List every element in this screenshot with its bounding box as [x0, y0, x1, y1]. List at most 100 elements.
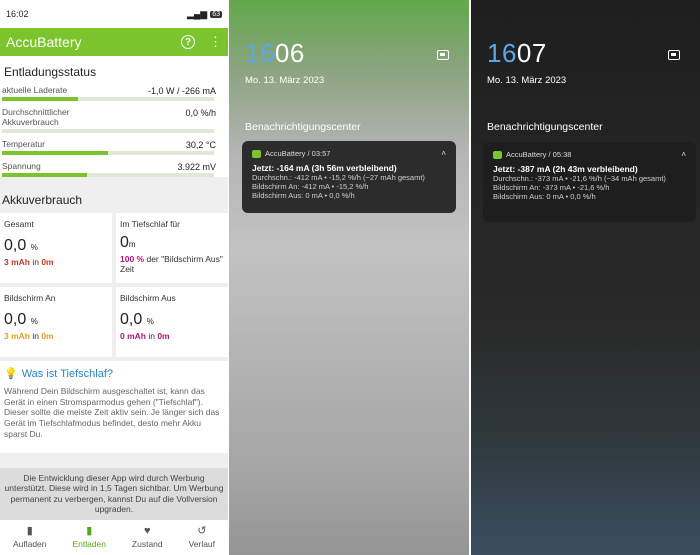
tile-value: 0,0 [4, 237, 27, 254]
stat-value: 3.922 mV [177, 162, 216, 172]
help-icon[interactable]: ? [181, 35, 195, 49]
clock-minutes: 07 [516, 38, 547, 68]
stat-value: 0,0 %/h [185, 108, 216, 118]
app-title: AccuBattery [6, 34, 82, 50]
tile-in: in [145, 331, 158, 341]
chevron-up-icon[interactable]: ˄ [441, 149, 446, 158]
lock-clock: 1607 [487, 38, 547, 69]
stat-bar [2, 151, 214, 155]
tile-in: in [29, 331, 42, 341]
nav-label: Aufladen [12, 539, 47, 549]
tile-value: 0 [120, 234, 129, 251]
tile-mah: 3 mAh [4, 331, 30, 341]
nav-label: Entladen [72, 539, 106, 549]
tile-label: Gesamt [4, 219, 34, 229]
stat-row-avg-usage: Durchschnittlicher Akkuverbrauch 0,0 %/h [0, 107, 228, 133]
stat-label: Durchschnittlicher Akkuverbrauch [2, 107, 70, 127]
clock-minutes: 06 [274, 38, 305, 68]
battery-icon: ▮ [26, 525, 33, 537]
lockscreen-dark: 1607 Mo. 13. März 2023 Benachrichtigungs… [471, 0, 700, 555]
tile-unit: % [146, 317, 154, 326]
notification-center-title: Benachrichtigungscenter [487, 121, 603, 133]
stat-bar-fill [2, 151, 108, 155]
tile-screen-off[interactable]: Bildschirm Aus 0,0 % 0 mAh in 0m [116, 287, 228, 357]
accubattery-notification[interactable]: AccuBattery / 05:38 ˄ Jetzt: -387 mA (2h … [483, 142, 696, 222]
notif-line: Durchschn.: -373 mA • -21,6 %/h (~34 mAh… [493, 174, 666, 183]
stat-bar-fill [2, 173, 87, 177]
tile-mah: 3 mAh [4, 257, 30, 267]
notif-line: Bildschirm An: -373 mA • -21,6 %/h [493, 183, 610, 193]
tile-unit: % [30, 317, 38, 326]
notif-title: Jetzt: -164 mA (3h 56m verbleibend) [252, 163, 397, 173]
ad-notice[interactable]: Die Entwicklung dieser App wird durch We… [0, 468, 228, 520]
tile-deep-sleep[interactable]: Im Tiefschlaf für 0m 100 % der "Bildschi… [116, 213, 228, 283]
tile-mah: 0 mAh [120, 331, 146, 341]
accubattery-notification[interactable]: AccuBattery / 03:57 ˄ Jetzt: -164 mA (3h … [242, 141, 456, 213]
app-icon [493, 150, 502, 159]
nav-health[interactable]: ♥ Zustand [131, 525, 163, 550]
stat-bar [2, 173, 214, 177]
history-icon: ↺ [197, 525, 207, 537]
lockscreen-light: 1606 Mo. 13. März 2023 Benachrichtigungs… [229, 0, 469, 555]
clock-hours: 16 [487, 38, 517, 68]
tile-time: 0m [157, 331, 170, 341]
heart-icon: ♥ [144, 525, 151, 537]
chevron-up-icon[interactable]: ˄ [681, 150, 686, 159]
discharge-section-title: Entladungsstatus [0, 56, 228, 85]
tile-value: 0,0 [120, 311, 143, 328]
nav-label: Verlauf [188, 539, 216, 549]
notif-header: AccuBattery / 05:38 [506, 150, 572, 159]
lock-clock: 1606 [245, 38, 305, 69]
status-time: 16:02 [6, 9, 29, 19]
stat-bar [2, 129, 214, 133]
notif-line: Bildschirm An: -412 mA • -15,2 %/h [252, 182, 369, 192]
tile-label: Bildschirm Aus [120, 293, 176, 303]
tile-time: 0m [41, 331, 54, 341]
notif-title: Jetzt: -387 mA (2h 43m verbleibend) [493, 164, 638, 174]
stat-bar-fill [2, 97, 79, 101]
tile-label: Im Tiefschlaf für [120, 219, 180, 229]
battery-level-badge: 63 [210, 10, 222, 18]
battery-discharge-icon: ▮ [86, 525, 93, 537]
notification-stack-icon[interactable] [437, 50, 449, 60]
deep-sleep-info-card: 💡 Was ist Tiefschlaf? Während Dein Bildsc… [0, 361, 228, 453]
notification-stack-icon[interactable] [668, 50, 680, 60]
notif-line: Bildschirm Aus: 0 mA • 0,0 %/h [252, 191, 355, 201]
lock-date: Mo. 13. März 2023 [487, 75, 567, 86]
stat-value: -1,0 W / -266 mA [147, 86, 216, 96]
overflow-menu-icon[interactable]: ⋮ [209, 34, 222, 50]
signal-icon: ▂▄▆ [186, 8, 208, 19]
nav-charge[interactable]: ▮ Aufladen [12, 525, 47, 550]
tile-total[interactable]: Gesamt 0,0 % 3 mAh in 0m [0, 213, 112, 283]
tile-screen-on[interactable]: Bildschirm An 0,0 % 3 mAh in 0m [0, 287, 112, 357]
tile-in: in [29, 257, 42, 267]
tile-unit: m [128, 240, 136, 249]
notif-line: Bildschirm Aus: 0 mA • 0,0 %/h [493, 192, 596, 202]
app-bar: AccuBattery ? ⋮ [0, 28, 228, 56]
info-title[interactable]: Was ist Tiefschlaf? [22, 368, 113, 380]
tile-label: Bildschirm An [4, 293, 56, 303]
tile-unit: % [30, 243, 38, 252]
notif-line: Durchschn.: -412 mA • -15,2 %/h (~27 mAh… [252, 173, 425, 182]
tile-percent: 100 % [120, 254, 145, 264]
stat-row-temperature: Temperatur 30,2 °C [0, 139, 228, 155]
stat-value: 30,2 °C [185, 140, 216, 150]
stat-bar [2, 97, 214, 101]
tile-value: 0,0 [4, 311, 27, 328]
clock-hours: 16 [245, 38, 275, 68]
accubattery-app: 16:02 ▂▄▆ 63 AccuBattery ? ⋮ Entladungss… [0, 0, 228, 555]
tile-time: 0m [41, 257, 54, 267]
lock-date: Mo. 13. März 2023 [245, 75, 325, 86]
notif-header: AccuBattery / 03:57 [265, 149, 331, 158]
discharge-card: Entladungsstatus aktuelle Laderate -1,0 … [0, 56, 228, 177]
usage-section-title: Akkuverbrauch [0, 183, 228, 213]
nav-history[interactable]: ↺ Verlauf [188, 525, 216, 550]
nav-label: Zustand [131, 539, 163, 549]
bottom-navigation: ▮ Aufladen ▮ Entladen ♥ Zustand ↺ Verlauf [0, 520, 228, 555]
stat-row-voltage: Spannung 3.922 mV [0, 161, 228, 177]
lightbulb-icon: 💡 [4, 368, 18, 380]
status-bar: 16:02 ▂▄▆ 63 [0, 0, 228, 28]
notification-center-title: Benachrichtigungscenter [245, 121, 361, 133]
nav-discharge[interactable]: ▮ Entladen [72, 525, 106, 550]
app-icon [252, 149, 261, 158]
